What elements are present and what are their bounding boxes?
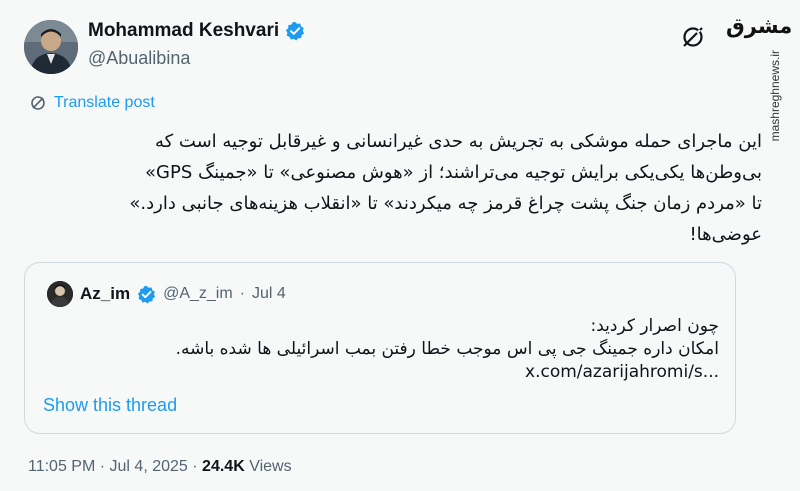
tweet-text: این ماجرای حمله موشکی به تجریش به حدی غی… [34,126,762,250]
author-avatar[interactable] [24,20,78,74]
tweet-meta: 11:05 PM · Jul 4, 2025 · 24.4K Views [28,458,292,476]
tweet-text-line: بی‌وطن‌ها یکی‌یکی برایش توجیه می‌تراشند؛… [145,162,762,183]
quoted-verified-badge-icon [137,285,156,303]
tweet-text-line: تا «مردم زمان جنگ پشت چراغ قرمز چه میکرد… [129,193,762,214]
translate-post-label[interactable]: Translate post [54,94,155,112]
quoted-link[interactable]: x.com/azarijahromi/s... [525,361,719,384]
grok-icon[interactable] [680,24,706,50]
meta-separator: · [192,458,198,475]
quoted-separator: · [239,285,245,302]
verified-badge-icon [286,21,305,41]
post-time[interactable]: 11:05 PM [28,458,95,475]
show-thread-link[interactable]: Show this thread [43,395,177,416]
watermark-logo: مشرق [726,14,793,38]
quoted-author-avatar[interactable] [47,281,73,307]
quoted-text-line: امکان داره جمینگ جی پی اس موجب خطا رفتن … [175,339,719,359]
quoted-tweet-text: چون اصرار کردید: امکان داره جمینگ جی پی … [39,315,719,384]
meta-separator: · [99,458,106,475]
author-name[interactable]: Mohammad Keshvari [88,20,279,42]
post-date[interactable]: Jul 4, 2025 [110,458,188,475]
translate-icon [31,96,45,110]
translate-post-button[interactable]: Translate post [30,94,155,112]
quoted-date[interactable]: Jul 4 [252,285,286,303]
quoted-author-handle[interactable]: @A_z_im [163,285,233,303]
views-label: Views [249,458,292,475]
tweet: Mohammad Keshvari @Abualibina مشرق mashr… [0,0,800,491]
author-handle[interactable]: @Abualibina [88,48,190,69]
quoted-text-line: چون اصرار کردید: [590,316,719,336]
tweet-text-line: عوضی‌ها! [689,224,762,245]
tweet-text-line: این ماجرای حمله موشکی به تجریش به حدی غی… [154,131,762,152]
quoted-tweet[interactable]: Az_im @A_z_im · Jul 4 چون اصرار کردید: ا… [24,262,736,434]
watermark: مشرق mashreghnews.ir [720,8,800,142]
watermark-url: mashreghnews.ir [768,50,782,142]
views-count: 24.4K [202,458,245,475]
quoted-author-name[interactable]: Az_im [80,284,130,304]
